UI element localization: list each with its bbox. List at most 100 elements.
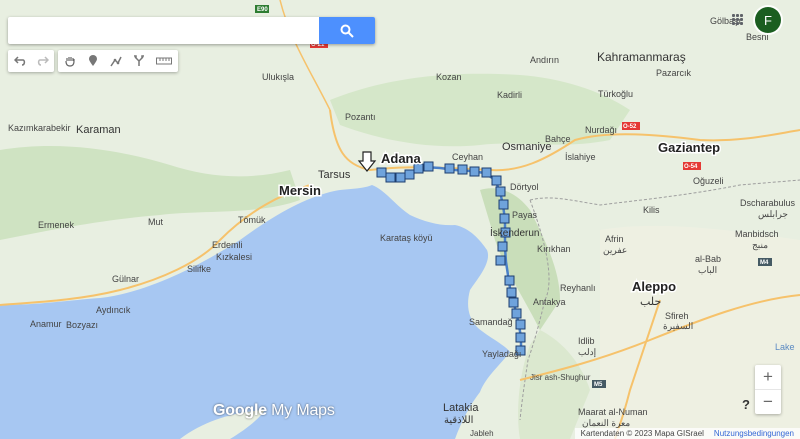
route-marker[interactable] — [376, 167, 387, 178]
place-label-idlib: Idlib — [578, 336, 595, 346]
route-marker[interactable] — [506, 287, 517, 298]
apps-grid-icon[interactable] — [732, 14, 744, 26]
directions-icon — [133, 55, 144, 66]
route-marker[interactable] — [404, 169, 415, 180]
route-marker[interactable] — [395, 172, 406, 183]
search-input[interactable] — [8, 17, 319, 44]
undo-icon — [13, 56, 25, 66]
hand-icon — [64, 57, 75, 67]
place-label-pozanti: Pozantı — [345, 112, 376, 122]
place-label-kahramanmaras: Kahramanmaraş — [597, 50, 686, 64]
place-label-silifke: Silifke — [187, 264, 211, 274]
place-label-payas: Payas — [512, 210, 538, 220]
road-shield-m5-label: M5 — [594, 382, 603, 388]
place-label-mut: Mut — [148, 217, 164, 227]
account-avatar[interactable]: F — [755, 7, 781, 33]
route-marker[interactable] — [457, 164, 468, 175]
place-label-dscharabulus-ar: جرابلس — [758, 209, 788, 220]
place-label-albab-ar: الباب — [698, 265, 717, 275]
place-label-idlib-ar: إدلب — [578, 347, 596, 358]
add-marker-button[interactable] — [81, 50, 104, 72]
place-label-besni: Besni — [746, 32, 769, 42]
place-label-dscharabulus: Dscharabulus — [740, 198, 796, 208]
place-label-pazarcik: Pazarcık — [656, 68, 692, 78]
map-footer: Kartendaten © 2023 Mapa GISrael Nutzungs… — [574, 428, 800, 439]
place-label-kozan: Kozan — [436, 72, 462, 82]
place-label-afrin: Afrin — [605, 234, 624, 244]
zoom-out-button[interactable]: − — [755, 390, 781, 414]
route-marker[interactable] — [497, 241, 508, 252]
place-label-kazimkarabekir: Kazımkarabekir — [8, 123, 71, 133]
route-marker[interactable] — [511, 308, 522, 319]
route-marker[interactable] — [504, 275, 515, 286]
redo-button[interactable] — [31, 50, 54, 72]
place-label-ermenek: Ermenek — [38, 220, 75, 230]
draw-line-icon — [109, 56, 122, 67]
marker-icon — [88, 55, 97, 66]
road-shield-m4-label: M4 — [760, 260, 769, 266]
place-label-nurdagi: Nurdağı — [585, 125, 617, 135]
route-marker[interactable] — [515, 319, 526, 330]
place-label-lake: Lake — [775, 342, 795, 352]
ruler-icon — [156, 57, 172, 65]
place-label-jisr: Jisr ash-Shughur — [530, 373, 591, 382]
search-box — [8, 17, 375, 44]
route-marker[interactable] — [469, 166, 480, 177]
place-label-samandag: Samandağ — [469, 317, 513, 327]
place-label-oguzeli: Oğuzeli — [693, 176, 724, 186]
place-label-safira-ar: السفيرة — [663, 321, 693, 332]
route-marker[interactable] — [481, 167, 492, 178]
place-label-albab: al-Bab — [695, 254, 721, 264]
pan-tool-button[interactable] — [58, 50, 81, 72]
place-label-turkoglu: Türkoğlu — [598, 89, 633, 99]
place-label-afrin-ar: عفرين — [603, 245, 627, 256]
place-label-tarsus: Tarsus — [318, 169, 351, 181]
route-marker[interactable] — [385, 172, 396, 183]
google-wordmark: Google — [213, 402, 267, 419]
help-button[interactable]: ? — [736, 394, 756, 414]
draw-line-button[interactable] — [104, 50, 127, 72]
place-label-kilis: Kilis — [643, 205, 660, 215]
place-label-erdemli: Erdemli — [212, 240, 243, 250]
map-toolbar — [8, 50, 178, 72]
place-label-adana: Adana — [381, 151, 422, 166]
place-label-anamur: Anamur — [30, 319, 62, 329]
route-marker[interactable] — [499, 213, 510, 224]
route-marker[interactable] — [495, 255, 506, 266]
search-button[interactable] — [319, 17, 375, 44]
attribution-text: Kartendaten © 2023 Mapa GISrael — [580, 429, 704, 438]
route-marker[interactable] — [491, 175, 502, 186]
place-label-kirikhan: Kırıkhan — [537, 244, 571, 254]
route-marker[interactable] — [508, 297, 519, 308]
place-label-mambidsch-ar: منبج — [752, 240, 768, 251]
place-label-dortyol: Dörtyol — [510, 182, 539, 192]
measure-button[interactable] — [150, 50, 178, 72]
redo-icon — [37, 56, 49, 66]
route-marker[interactable] — [498, 199, 509, 210]
place-label-andirin: Andırın — [530, 55, 559, 65]
route-marker[interactable] — [495, 186, 506, 197]
place-label-antakya: Antakya — [533, 297, 566, 307]
place-label-kadirli: Kadirli — [497, 90, 522, 100]
place-label-mersin: Mersin — [279, 183, 321, 198]
route-marker[interactable] — [515, 332, 526, 343]
road-shield-o54-label: O-54 — [684, 164, 698, 170]
place-label-maarat: Maarat al-Numan — [578, 407, 648, 417]
place-label-mambidsch: Manbidsch — [735, 229, 779, 239]
place-label-aleppo-ar: حلب — [640, 296, 661, 308]
undo-button[interactable] — [8, 50, 31, 72]
route-marker[interactable] — [423, 161, 434, 172]
road-shield-e90-label: E90 — [257, 7, 268, 13]
zoom-in-button[interactable]: + — [755, 365, 781, 389]
place-label-latakia-ar: اللاذقية — [444, 415, 473, 426]
place-label-yayladagi: Yayladağı — [482, 349, 521, 359]
place-label-iskenderun: İskenderun — [490, 226, 539, 239]
terms-link[interactable]: Nutzungsbedingungen — [714, 429, 794, 438]
place-label-ulukisla: Ulukışla — [262, 72, 294, 82]
directions-button[interactable] — [127, 50, 150, 72]
place-label-reyhanli: Reyhanlı — [560, 283, 596, 293]
route-marker[interactable] — [444, 163, 455, 174]
place-label-aydincik: Aydıncık — [96, 305, 131, 315]
zoom-control: + − — [755, 365, 781, 414]
place-label-safira: Sfireh — [665, 311, 689, 321]
